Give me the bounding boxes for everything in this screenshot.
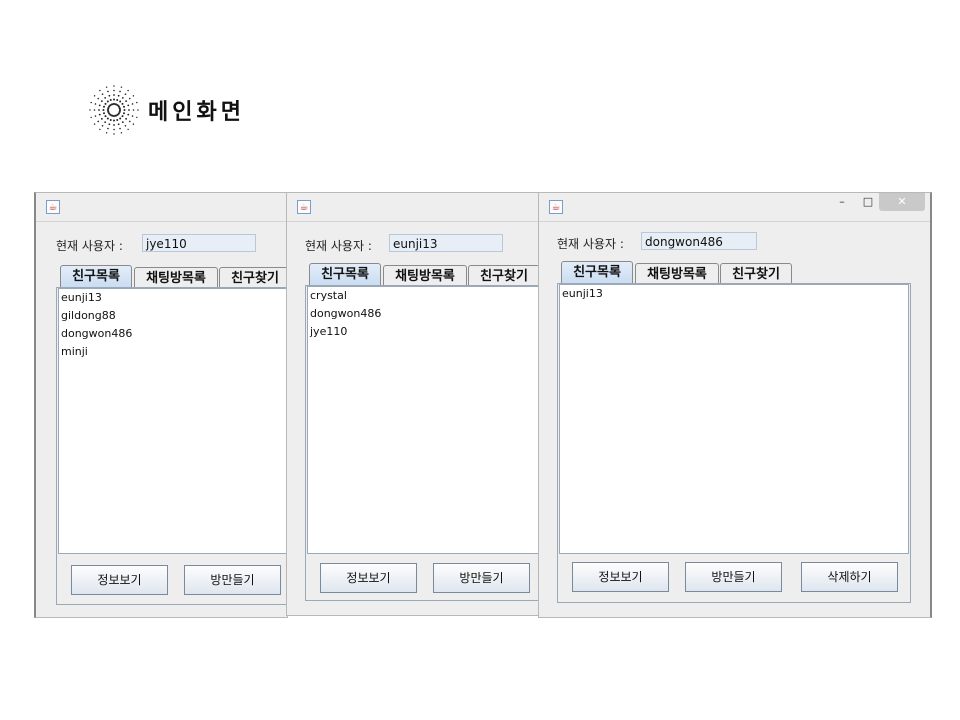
messenger-window-eunji13: ☕ 현재 사용자 : eunji13 친구목록 채팅방목록 친구찾기 cryst… [286, 192, 540, 616]
view-info-button[interactable]: 정보보기 [71, 565, 168, 595]
create-room-button[interactable]: 방만들기 [433, 563, 530, 593]
window-titlebar[interactable]: ☕ [287, 193, 539, 222]
list-item[interactable]: dongwon486 [308, 305, 539, 323]
list-item[interactable]: crystal [308, 287, 539, 305]
messenger-window-dongwon486: ☕ – □ ✕ 현재 사용자 : dongwon486 친구목록 채팅방목록 친… [538, 192, 932, 618]
tab-friend-list[interactable]: 친구목록 [561, 261, 633, 284]
create-room-button[interactable]: 방만들기 [685, 562, 782, 592]
list-item[interactable]: dongwon486 [59, 325, 287, 343]
window-titlebar[interactable]: ☕ – □ ✕ [539, 193, 930, 222]
tab-friend-list[interactable]: 친구목록 [60, 265, 132, 288]
messenger-window-jye110: ☕ 현재 사용자 : jye110 친구목록 채팅방목록 친구찾기 eunji1… [34, 192, 288, 618]
window-titlebar[interactable]: ☕ [36, 193, 287, 222]
current-user-field: jye110 [142, 234, 256, 252]
page-title: 메인화면 [148, 100, 245, 125]
tab-chatroom-list[interactable]: 채팅방목록 [635, 263, 719, 284]
maximize-button[interactable]: □ [857, 193, 879, 211]
starburst-logo-icon [89, 85, 139, 135]
current-user-label: 현재 사용자 : [56, 239, 123, 253]
list-item[interactable]: eunji13 [59, 289, 287, 307]
view-info-button[interactable]: 정보보기 [320, 563, 417, 593]
tab-chatroom-list[interactable]: 채팅방목록 [134, 267, 218, 288]
tab-chatroom-list[interactable]: 채팅방목록 [383, 265, 467, 286]
current-user-field: eunji13 [389, 234, 503, 252]
list-item[interactable]: minji [59, 343, 287, 361]
create-room-button[interactable]: 방만들기 [184, 565, 281, 595]
tab-friend-list[interactable]: 친구목록 [309, 263, 381, 286]
delete-button[interactable]: 삭제하기 [801, 562, 898, 592]
list-item[interactable]: eunji13 [560, 285, 908, 303]
friend-list[interactable]: eunji13 [559, 284, 909, 554]
view-info-button[interactable]: 정보보기 [572, 562, 669, 592]
minimize-button[interactable]: – [831, 193, 853, 211]
tab-find-friend[interactable]: 친구찾기 [720, 263, 792, 284]
java-cup-icon: ☕ [549, 200, 563, 214]
current-user-label: 현재 사용자 : [557, 237, 624, 251]
java-cup-icon: ☕ [297, 200, 311, 214]
list-item[interactable]: gildong88 [59, 307, 287, 325]
java-cup-icon: ☕ [46, 200, 60, 214]
friend-list[interactable]: eunji13 gildong88 dongwon486 minji [58, 288, 287, 554]
close-button[interactable]: ✕ [879, 193, 925, 211]
list-item[interactable]: jye110 [308, 323, 539, 341]
current-user-field: dongwon486 [641, 232, 757, 250]
tab-find-friend[interactable]: 친구찾기 [468, 265, 539, 286]
friend-list[interactable]: crystal dongwon486 jye110 [307, 286, 539, 554]
tab-find-friend[interactable]: 친구찾기 [219, 267, 287, 288]
current-user-label: 현재 사용자 : [305, 239, 372, 253]
slide-heading: 메인화면 [86, 82, 245, 138]
